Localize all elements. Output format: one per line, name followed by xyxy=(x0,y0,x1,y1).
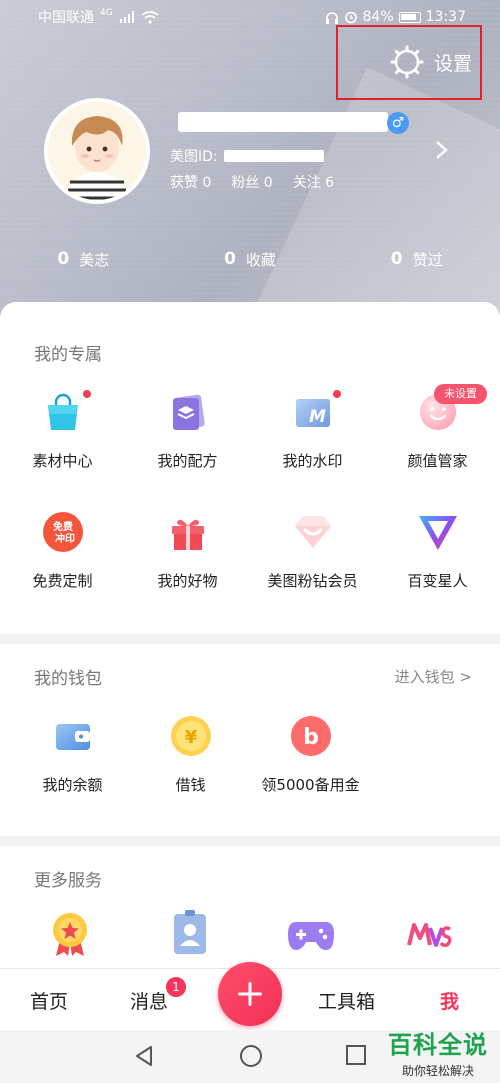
gradient-triangle-icon xyxy=(416,510,460,554)
counter-value: 0 xyxy=(224,249,236,269)
watermark-icon: M xyxy=(291,390,341,434)
gift-box-icon xyxy=(166,510,210,554)
site-watermark: 百科全说 助你轻松解决 xyxy=(378,1025,498,1079)
grid-item-label: 领5000备用金 xyxy=(261,776,360,794)
free-print-icon-text: 免费 xyxy=(53,520,73,533)
medal-icon[interactable] xyxy=(48,910,92,962)
id-card-icon[interactable] xyxy=(170,910,210,960)
battery-icon xyxy=(398,11,421,23)
grid-item-my-goods[interactable]: 我的好物 xyxy=(125,510,250,591)
grid-item-borrow[interactable]: ¥ 借钱 xyxy=(128,714,253,795)
grid-item-my-watermark[interactable]: M 我的水印 xyxy=(250,390,375,471)
grid-item-label: 我的余额 xyxy=(42,776,103,794)
unset-badge: 未设置 xyxy=(434,384,487,404)
tab-me[interactable]: 我 xyxy=(440,987,459,1014)
grid-item-reserve-fund[interactable]: b 领5000备用金 xyxy=(248,714,373,795)
follow-count[interactable]: 关注 6 xyxy=(293,172,334,192)
likes-count[interactable]: 获赞 0 xyxy=(170,172,211,192)
svg-text:M: M xyxy=(309,407,326,427)
profile-stats: 获赞 0 粉丝 0 关注 6 xyxy=(170,172,334,192)
meitu-id-redacted xyxy=(223,150,324,162)
grid-item-pink-diamond-member[interactable]: 美图粉钻会员 xyxy=(250,510,375,591)
battery-percent: 84% xyxy=(362,9,394,25)
watermark-title: 百科全说 xyxy=(388,1031,488,1059)
counter-value: 0 xyxy=(390,249,403,269)
counter-value: 0 xyxy=(57,249,70,269)
mv-logo-icon[interactable] xyxy=(406,920,452,954)
section-title: 我的钱包 xyxy=(34,669,102,689)
yen-coin-icon: ¥ xyxy=(169,714,213,758)
alarm-icon xyxy=(344,11,357,24)
counter-label: 美志 xyxy=(79,250,110,269)
tab-home[interactable]: 首页 xyxy=(30,987,68,1014)
network-type: 4G xyxy=(100,8,113,18)
wifi-icon xyxy=(141,10,159,24)
signal-icon xyxy=(119,11,134,23)
free-print-icon: 免费 冲印 xyxy=(41,510,85,554)
recent-apps-icon[interactable] xyxy=(345,1044,367,1066)
b-circle-icon: b xyxy=(289,714,333,758)
pink-diamond-icon xyxy=(291,510,335,554)
counter-journal[interactable]: 0 美志 xyxy=(0,246,167,272)
grid-item-free-custom[interactable]: 免费 冲印 免费定制 xyxy=(0,510,125,591)
grid-item-label: 免费定制 xyxy=(32,572,93,590)
grid-item-my-balance[interactable]: 我的余额 xyxy=(10,714,135,795)
meitu-id-label: 美图ID: xyxy=(170,149,218,165)
new-dot-icon xyxy=(82,390,91,398)
counter-label: 收藏 xyxy=(245,250,276,269)
free-print-icon-text: 冲印 xyxy=(55,532,75,545)
counter-favorites[interactable]: 0 收藏 xyxy=(167,246,334,272)
chevron-right-icon[interactable] xyxy=(434,138,450,162)
grid-item-label: 颜值管家 xyxy=(407,452,468,470)
avatar-illustration xyxy=(48,102,146,200)
home-circle-icon[interactable] xyxy=(239,1044,263,1068)
username-redacted xyxy=(178,112,388,132)
settings-button[interactable]: 设置 xyxy=(390,45,472,79)
watermark-subtitle: 助你轻松解决 xyxy=(401,1064,474,1078)
male-gender-icon: ♂ xyxy=(387,112,409,134)
enter-wallet-link[interactable]: 进入钱包 > xyxy=(395,666,472,687)
yen-coin-glyph: ¥ xyxy=(184,727,197,748)
meitu-id: 美图ID: xyxy=(170,146,324,166)
tab-messages[interactable]: 消息 xyxy=(130,987,168,1014)
grid-item-label: 我的配方 xyxy=(157,452,218,470)
section-title: 我的专属 xyxy=(34,345,102,365)
carrier-name: 中国联通 xyxy=(38,10,94,26)
exclusive-section: 我的专属 素材中心 我的配方 M 我的水印 颜值管家 免费 冲印 免费定制 我的… xyxy=(0,302,500,634)
grid-item-label: 我的好物 xyxy=(157,572,218,590)
grid-item-variety-star[interactable]: 百变星人 xyxy=(375,510,500,591)
wallet-icon xyxy=(51,714,95,758)
more-services-section: 更多服务 xyxy=(0,846,500,976)
recipe-layers-icon xyxy=(166,390,210,434)
grid-item-label: 素材中心 xyxy=(32,452,93,470)
grid-item-label: 我的水印 xyxy=(282,452,343,470)
create-button[interactable] xyxy=(218,962,282,1026)
gamepad-icon[interactable] xyxy=(286,918,336,956)
fans-count[interactable]: 粉丝 0 xyxy=(231,172,272,192)
shopping-bag-icon xyxy=(41,390,91,434)
counter-liked[interactable]: 0 赞过 xyxy=(333,246,500,272)
gear-icon xyxy=(390,45,424,79)
settings-label: 设置 xyxy=(434,52,473,75)
profile-counters: 0 美志 0 收藏 0 赞过 xyxy=(0,246,500,272)
grid-item-label: 借钱 xyxy=(175,776,206,794)
wallet-section: 我的钱包 进入钱包 > 我的余额 ¥ 借钱 b 领5000备用金 xyxy=(0,644,500,836)
b-circle-glyph: b xyxy=(303,725,319,750)
back-icon[interactable] xyxy=(133,1044,155,1068)
headphones-icon xyxy=(325,11,338,24)
grid-item-material-center[interactable]: 素材中心 xyxy=(0,390,125,471)
grid-item-label: 美图粉钻会员 xyxy=(267,572,358,590)
message-count-badge: 1 xyxy=(166,977,186,997)
avatar[interactable] xyxy=(44,98,150,204)
new-dot-icon xyxy=(332,390,341,398)
section-title: 更多服务 xyxy=(34,871,102,891)
plus-icon xyxy=(238,982,262,1006)
grid-item-my-recipes[interactable]: 我的配方 xyxy=(125,390,250,471)
tab-toolbox[interactable]: 工具箱 xyxy=(318,987,375,1014)
grid-item-label: 百变星人 xyxy=(407,572,468,590)
clock-time: 13:37 xyxy=(425,9,466,25)
counter-label: 赞过 xyxy=(412,250,443,269)
